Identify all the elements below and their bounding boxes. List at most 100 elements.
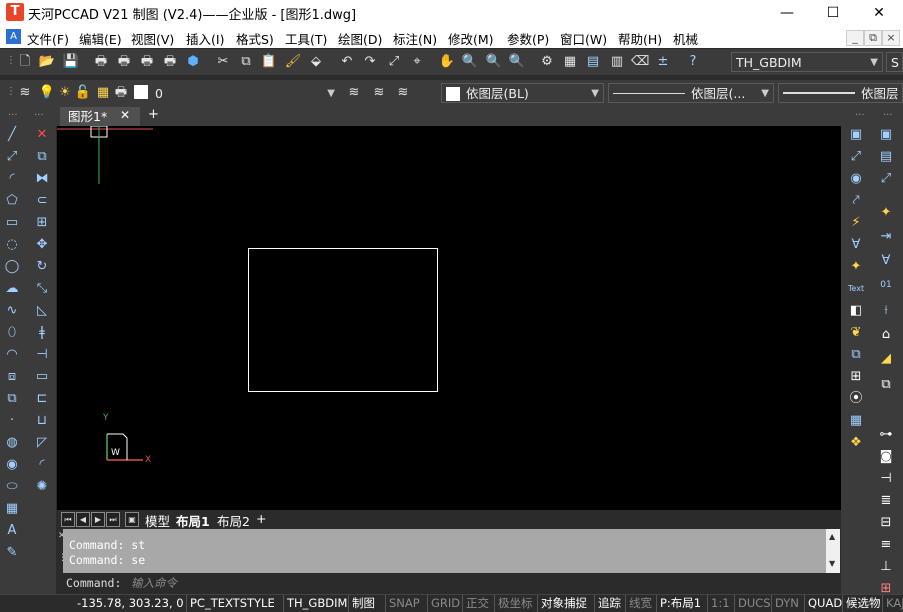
text-style-combo[interactable]: S bbox=[886, 52, 903, 72]
th-frame-icon[interactable]: ◧ bbox=[847, 302, 865, 320]
design-center-icon[interactable]: ▦ bbox=[561, 53, 579, 71]
linetype-combo[interactable]: 依图层(... ▼ bbox=[608, 83, 774, 103]
arc-icon[interactable]: ◜ bbox=[3, 170, 21, 188]
toggle-polar[interactable]: 极坐标 bbox=[494, 595, 536, 612]
toolbar-grip[interactable]: ⋮ bbox=[6, 86, 16, 97]
th-panel-icon[interactable]: ▣ bbox=[877, 126, 895, 144]
th-dimension-icon[interactable]: ⤢ bbox=[847, 148, 865, 166]
th-coordinate-icon[interactable]: ⤢ bbox=[877, 170, 895, 188]
toggle-osnap[interactable]: 对象捕捉 bbox=[537, 595, 590, 612]
toolbar-grip[interactable]: ⋮ bbox=[6, 55, 16, 66]
undo-icon[interactable]: ↶ bbox=[338, 53, 356, 71]
tab-model[interactable]: 模型 bbox=[145, 511, 170, 530]
polygon-icon[interactable]: ⬠ bbox=[3, 192, 21, 210]
ellipse-icon[interactable]: ⬯ bbox=[3, 324, 21, 342]
close-button[interactable]: ✕ bbox=[856, 0, 902, 26]
toggle-candidate[interactable]: 候选物 bbox=[842, 595, 884, 612]
dimstyle-combo[interactable]: TH_GBDIM ▼ bbox=[731, 52, 883, 72]
menu-insert[interactable]: 插入(I) bbox=[186, 29, 224, 48]
eyedropper-icon[interactable]: ✎ bbox=[3, 544, 21, 562]
th-wizard-icon[interactable]: ✦ bbox=[877, 204, 895, 222]
toggle-kaj[interactable]: KAJ bbox=[882, 595, 903, 612]
rectangle-icon[interactable]: ▭ bbox=[3, 214, 21, 232]
th-parts-icon[interactable]: ⧉ bbox=[847, 346, 865, 364]
match-properties-icon[interactable]: 🖌 bbox=[284, 53, 302, 71]
command-line[interactable]: Command: 输入命令 bbox=[63, 574, 840, 592]
toggle-lineweight[interactable]: 线宽 bbox=[625, 595, 655, 612]
layer-on-icon[interactable]: 💡 bbox=[38, 84, 56, 102]
toggle-scale[interactable]: 1:1 bbox=[707, 595, 733, 612]
th-symbol-icon[interactable]: ⚡ bbox=[847, 214, 865, 232]
break-icon[interactable]: ⊏ bbox=[33, 390, 51, 408]
copy-object-icon[interactable]: ⧉ bbox=[33, 148, 51, 166]
menu-mechanical[interactable]: 机械 bbox=[673, 29, 698, 48]
status-mode[interactable]: 制图 bbox=[348, 595, 378, 612]
prev-layout-button[interactable]: ◀ bbox=[76, 512, 90, 527]
revision-cloud-icon[interactable]: ◌ bbox=[3, 236, 21, 254]
point-icon[interactable]: · bbox=[3, 412, 21, 430]
extend-icon[interactable]: ⊣ bbox=[33, 346, 51, 364]
th-magic-icon[interactable]: ✦ bbox=[847, 258, 865, 276]
layer-combo[interactable]: 0 ▼ bbox=[150, 83, 340, 103]
th-center-icon[interactable]: ◉ bbox=[847, 170, 865, 188]
toggle-otrack[interactable]: 追踪 bbox=[594, 595, 624, 612]
scroll-down-icon[interactable]: ▼ bbox=[829, 559, 835, 568]
lineweight-combo[interactable]: 依图层 bbox=[778, 83, 903, 103]
menu-tools[interactable]: 工具(T) bbox=[285, 29, 327, 48]
chamfer-icon[interactable]: ◸ bbox=[33, 434, 51, 452]
tab-layout1[interactable]: 布局1 bbox=[176, 511, 210, 530]
zoom-previous-icon[interactable]: 🔍 bbox=[508, 53, 526, 71]
line-icon[interactable]: ╱ bbox=[3, 126, 21, 144]
th-slope-icon[interactable]: ◢ bbox=[877, 350, 895, 368]
copy-icon[interactable]: ⧉ bbox=[237, 53, 255, 71]
command-scrollbar[interactable]: ▲ ▼ bbox=[826, 529, 840, 573]
layer-unlock-icon[interactable]: 🔓 bbox=[74, 84, 92, 102]
draw-toolbar-grip[interactable]: ··· bbox=[8, 110, 18, 121]
modify-toolbar-grip[interactable]: ··· bbox=[34, 110, 44, 121]
th-bearing-icon[interactable]: ◙ bbox=[877, 448, 895, 466]
spline-icon[interactable]: ∿ bbox=[3, 302, 21, 320]
table-icon[interactable]: ▦ bbox=[3, 500, 21, 518]
open-file-icon[interactable]: 📂 bbox=[38, 53, 56, 71]
add-layout-button[interactable]: + bbox=[256, 511, 266, 526]
doc-close-button[interactable]: × bbox=[882, 30, 900, 46]
hatch-icon[interactable]: ◍ bbox=[3, 434, 21, 452]
properties-icon[interactable]: ⚙ bbox=[538, 53, 556, 71]
th-stack-icon[interactable]: ❖ bbox=[847, 434, 865, 452]
fillet-icon[interactable]: ◜ bbox=[33, 456, 51, 474]
toggle-quad[interactable]: QUAD bbox=[804, 595, 845, 612]
toggle-ducs[interactable]: DUCS bbox=[734, 595, 774, 612]
layer-previous-icon[interactable]: ≋ bbox=[370, 84, 388, 102]
join-icon[interactable]: ⊔ bbox=[33, 412, 51, 430]
explode-icon[interactable]: ✺ bbox=[33, 478, 51, 496]
first-layout-button[interactable]: ⏮ bbox=[61, 512, 75, 527]
doc-restore-button[interactable]: ⧉ bbox=[864, 30, 882, 46]
th-weld-icon[interactable]: ❦ bbox=[847, 324, 865, 342]
break-at-point-icon[interactable]: ▭ bbox=[33, 368, 51, 386]
th-counter-icon[interactable]: 01 bbox=[877, 276, 895, 294]
publish-icon[interactable]: 🖶 bbox=[161, 53, 179, 71]
calculator-icon[interactable]: ± bbox=[654, 53, 672, 71]
menu-edit[interactable]: 编辑(E) bbox=[79, 29, 122, 48]
move-icon[interactable]: ✥ bbox=[33, 236, 51, 254]
eraser-icon[interactable]: ⌫ bbox=[631, 53, 649, 71]
th-bolt-icon[interactable]: ⊶ bbox=[877, 426, 895, 444]
th-leader-icon[interactable]: ⤤ bbox=[847, 192, 865, 210]
ellipse-arc-icon[interactable]: ◠ bbox=[3, 346, 21, 364]
th-window-icon[interactable]: ▣ bbox=[847, 126, 865, 144]
new-file-icon[interactable]: 🗋 bbox=[16, 53, 34, 71]
zoom-realtime-icon[interactable]: 🔍 bbox=[461, 53, 479, 71]
3d-box-icon[interactable]: ⬢ bbox=[184, 53, 202, 71]
right-toolbar-grip[interactable]: ··· bbox=[855, 110, 865, 121]
doc-minimize-button[interactable]: _ bbox=[846, 30, 864, 46]
erase-icon[interactable]: ✕ bbox=[33, 126, 51, 144]
last-layout-button[interactable]: ⏭ bbox=[106, 512, 120, 527]
block-editor-icon[interactable]: ⬙ bbox=[307, 53, 325, 71]
menu-parameters[interactable]: 参数(P) bbox=[507, 29, 549, 48]
mirror-icon[interactable]: ⧓ bbox=[33, 170, 51, 188]
menu-dimension[interactable]: 标注(N) bbox=[393, 29, 437, 48]
toggle-grid[interactable]: GRID bbox=[427, 595, 463, 612]
menu-window[interactable]: 窗口(W) bbox=[560, 29, 607, 48]
text-icon[interactable]: A bbox=[3, 522, 21, 540]
array-icon[interactable]: ⊞ bbox=[33, 214, 51, 232]
